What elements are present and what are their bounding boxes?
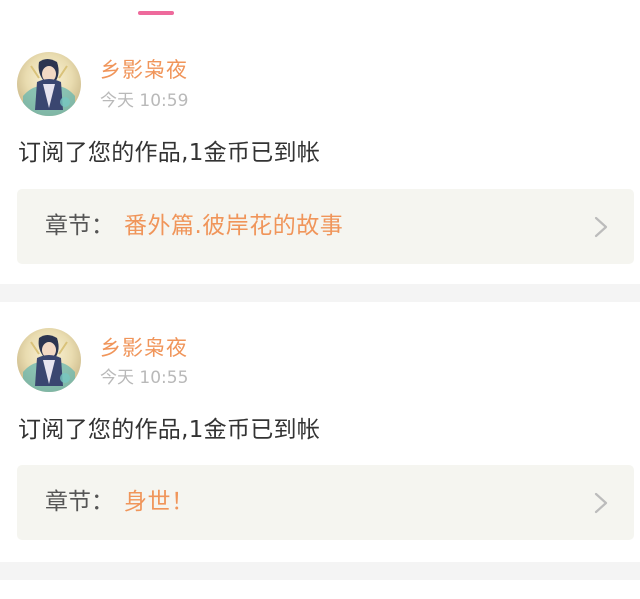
chapter-title: 番外篇.彼岸花的故事 bbox=[124, 213, 344, 239]
chapter-link[interactable]: 章节： 番外篇.彼岸花的故事 bbox=[17, 189, 634, 264]
section-divider bbox=[0, 284, 640, 302]
anime-character-avatar-icon bbox=[17, 328, 81, 392]
user-avatar[interactable] bbox=[17, 52, 81, 116]
timestamp: 今天 10:59 bbox=[100, 91, 189, 111]
notification-card: 乡影枭夜 今天 10:59 订阅了您的作品,1金币已到帐 章节： 番外篇.彼岸花… bbox=[0, 34, 640, 284]
timestamp: 今天 10:55 bbox=[100, 368, 189, 388]
message-text: 订阅了您的作品,1金币已到帐 bbox=[18, 417, 321, 443]
chapter-label: 章节： bbox=[45, 213, 114, 239]
chevron-right-icon bbox=[594, 492, 608, 514]
message-text: 订阅了您的作品,1金币已到帐 bbox=[18, 140, 321, 166]
chapter-label: 章节： bbox=[45, 489, 114, 515]
chapter-link[interactable]: 章节： 身世！ bbox=[17, 465, 634, 540]
chapter-title: 身世！ bbox=[124, 489, 195, 515]
chevron-right-icon bbox=[594, 216, 608, 238]
anime-character-avatar-icon bbox=[17, 52, 81, 116]
notification-card: 乡影枭夜 今天 10:55 订阅了您的作品,1金币已到帐 章节： 身世！ bbox=[0, 302, 640, 562]
username[interactable]: 乡影枭夜 bbox=[100, 334, 188, 362]
username[interactable]: 乡影枭夜 bbox=[100, 56, 188, 84]
active-tab-indicator bbox=[138, 11, 174, 15]
user-avatar[interactable] bbox=[17, 328, 81, 392]
section-divider bbox=[0, 562, 640, 580]
notifications-page: 乡影枭夜 今天 10:59 订阅了您的作品,1金币已到帐 章节： 番外篇.彼岸花… bbox=[0, 0, 640, 599]
